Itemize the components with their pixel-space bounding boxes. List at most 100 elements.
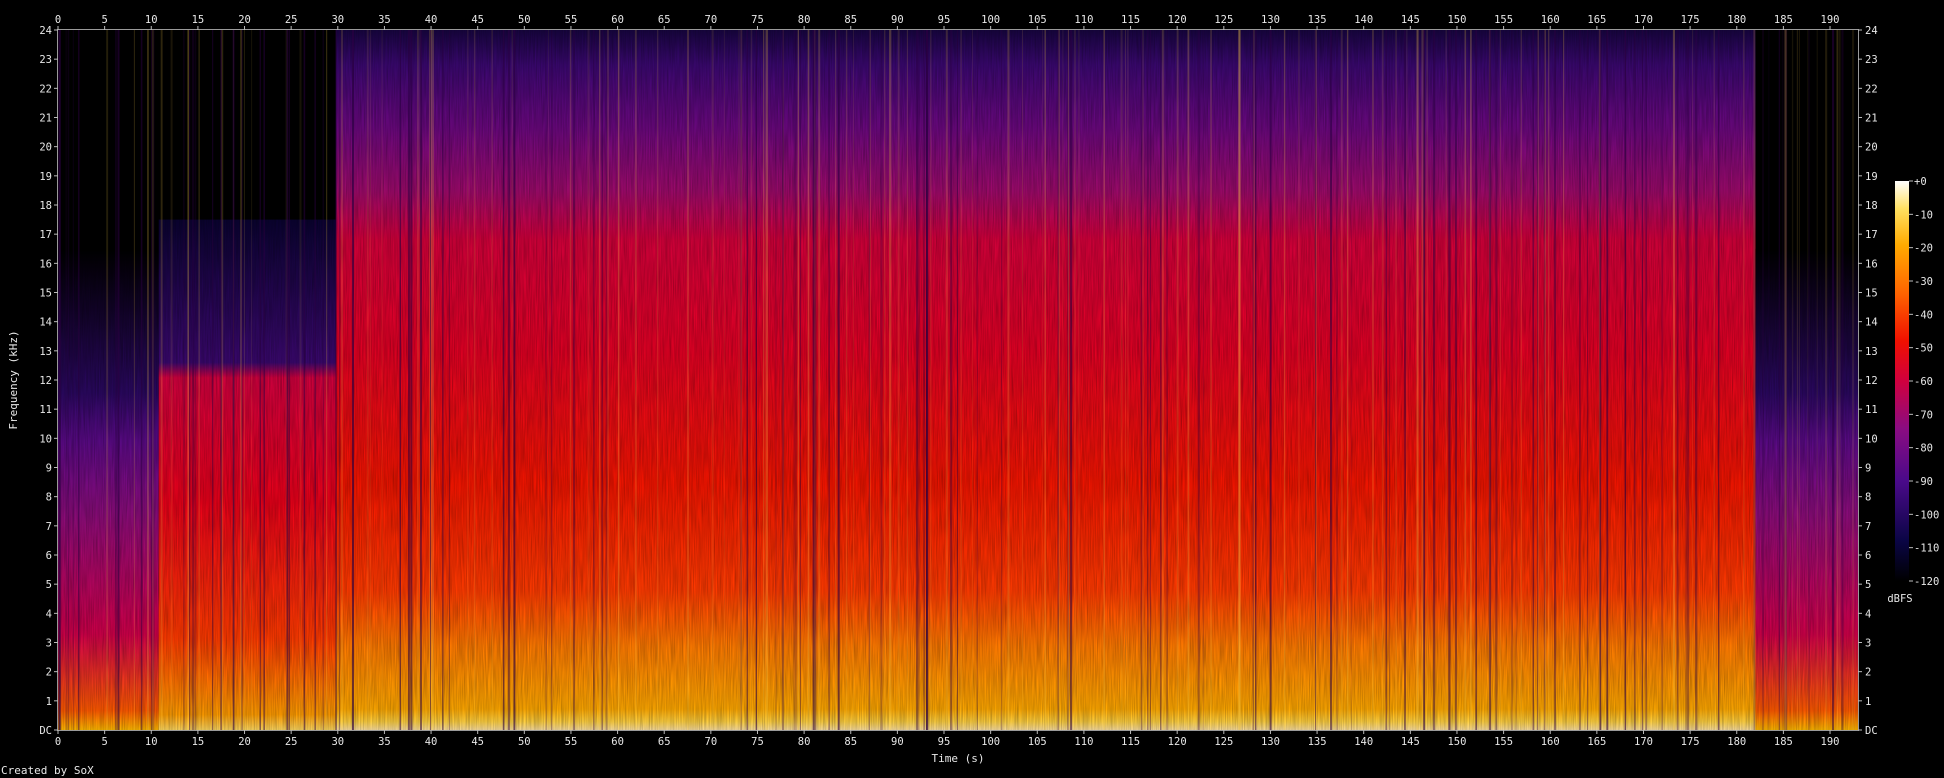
colorbar-tick-label: -70 xyxy=(1914,409,1933,421)
x-tick-label-bottom: 175 xyxy=(1681,736,1700,748)
y-tick-label-left: 6 xyxy=(46,550,52,562)
spectrogram-streak xyxy=(657,30,659,730)
spectrogram-streak xyxy=(1808,30,1810,730)
spectrogram-streak xyxy=(593,30,595,730)
spectrogram-streak xyxy=(1791,30,1794,730)
x-tick-label-top: 165 xyxy=(1587,14,1606,26)
spectrogram-streak xyxy=(1495,30,1498,730)
x-tick-label-bottom: 100 xyxy=(981,736,1000,748)
spectrogram-streak xyxy=(240,30,242,730)
spectrogram-streak xyxy=(335,30,337,730)
spectrogram-streak xyxy=(869,30,871,730)
spectrogram-streak xyxy=(723,30,725,730)
spectrogram-streak xyxy=(299,30,302,730)
spectrogram-streak xyxy=(1672,30,1675,730)
spectrogram-streak xyxy=(573,30,576,730)
y-tick-label-right: 20 xyxy=(1865,142,1878,154)
y-tick-label-left: 9 xyxy=(46,463,52,475)
spectrogram-streak xyxy=(1448,30,1450,730)
colorbar-tick-label: -120 xyxy=(1914,576,1939,588)
spectrogram-streak xyxy=(352,30,354,730)
x-tick-label-bottom: 15 xyxy=(192,736,205,748)
x-tick-label-top: 50 xyxy=(518,14,531,26)
spectrogram-streak xyxy=(467,30,469,730)
spectrogram-streak xyxy=(1470,30,1472,730)
spectrogram-streak xyxy=(1042,30,1043,730)
spectrogram-streak xyxy=(1449,30,1451,730)
spectrogram-streak xyxy=(1587,30,1589,730)
y-tick-label-right: 23 xyxy=(1865,54,1878,66)
spectrogram-streak xyxy=(189,30,191,730)
colorbar-tick-label: -80 xyxy=(1914,443,1933,455)
x-tick-label-bottom: 5 xyxy=(101,736,107,748)
spectrogram-streak xyxy=(191,30,194,730)
y-tick-label-left: 2 xyxy=(46,667,52,679)
spectrogram-streak xyxy=(1238,30,1241,730)
spectrogram-streak xyxy=(1445,30,1447,730)
x-tick-label-top: 60 xyxy=(611,14,624,26)
spectrogram-streak xyxy=(1511,30,1513,730)
y-tick-label-left: 24 xyxy=(39,25,52,37)
spectrogram-streak xyxy=(1067,30,1069,730)
x-tick-label-top: 35 xyxy=(378,14,391,26)
spectrogram-streak xyxy=(1340,30,1343,730)
x-tick-label-bottom: 80 xyxy=(798,736,811,748)
x-tick-label-top: 155 xyxy=(1494,14,1513,26)
y-tick-label-left: 14 xyxy=(39,317,52,329)
spectrogram-streak xyxy=(1563,30,1565,730)
spectrogram-streak xyxy=(793,30,795,730)
y-tick-label-right: 18 xyxy=(1865,200,1878,212)
y-tick-label-right: 10 xyxy=(1865,433,1878,445)
spectrogram-streak xyxy=(1762,30,1764,730)
spectrogram-streak xyxy=(1554,30,1556,730)
x-tick-label-top: 100 xyxy=(981,14,1000,26)
spectrogram-streak xyxy=(1825,30,1828,730)
spectrogram-streak xyxy=(1816,30,1818,730)
x-tick-label-bottom: 110 xyxy=(1074,736,1093,748)
spectrogram-streak xyxy=(605,30,608,730)
y-tick-label-left: DC xyxy=(39,725,52,737)
spectrogram-streak xyxy=(1062,30,1064,730)
spectrogram-streak xyxy=(738,30,740,730)
spectrogram-streak xyxy=(232,30,235,730)
spectrogram-plot-area xyxy=(58,30,1858,730)
spectrogram-streak xyxy=(72,30,74,730)
spectrogram-streak xyxy=(687,30,689,730)
spectrogram-streak xyxy=(1120,30,1123,730)
y-tick-label-left: 5 xyxy=(46,579,52,591)
spectrogram-streak xyxy=(133,30,135,730)
y-tick-label-right: 6 xyxy=(1865,550,1871,562)
spectrogram-streak xyxy=(551,30,553,730)
x-tick-label-top: 160 xyxy=(1541,14,1560,26)
spectrogram-streak xyxy=(1022,30,1023,730)
y-tick-label-left: 18 xyxy=(39,200,52,212)
y-tick-label-right: 1 xyxy=(1865,696,1871,708)
spectrogram-streak xyxy=(1692,30,1694,730)
colorbar-gradient xyxy=(1895,181,1909,581)
spectrogram-streak xyxy=(502,30,505,730)
spectrogram-streak xyxy=(1176,30,1179,730)
spectrogram-streak xyxy=(1001,30,1003,730)
spectrogram-streak xyxy=(828,30,830,730)
x-tick-label-top: 40 xyxy=(425,14,438,26)
y-tick-label-right: 24 xyxy=(1865,25,1878,37)
y-tick-label-left: 11 xyxy=(39,404,52,416)
spectrogram-streak xyxy=(1687,30,1690,730)
spectrogram-streak xyxy=(569,30,572,730)
spectrogram-streak xyxy=(59,30,61,730)
spectrogram-streak xyxy=(1057,30,1059,730)
y-tick-label-right: 21 xyxy=(1865,113,1878,125)
y-tick-label-right: DC xyxy=(1865,725,1878,737)
spectrogram-streak xyxy=(286,30,289,730)
spectrogram-streak xyxy=(972,30,973,730)
spectrogram-streak xyxy=(1455,30,1457,730)
spectrogram-streak xyxy=(1372,30,1374,730)
spectrogram-streak xyxy=(78,30,80,730)
spectrogram-streak xyxy=(1633,30,1636,730)
x-tick-label-bottom: 0 xyxy=(55,736,61,748)
x-tick-label-top: 115 xyxy=(1121,14,1140,26)
spectrogram-streak xyxy=(1385,30,1388,730)
y-tick-label-right: 2 xyxy=(1865,667,1871,679)
spectrogram-streak xyxy=(976,30,978,730)
x-tick-label-bottom: 40 xyxy=(425,736,438,748)
